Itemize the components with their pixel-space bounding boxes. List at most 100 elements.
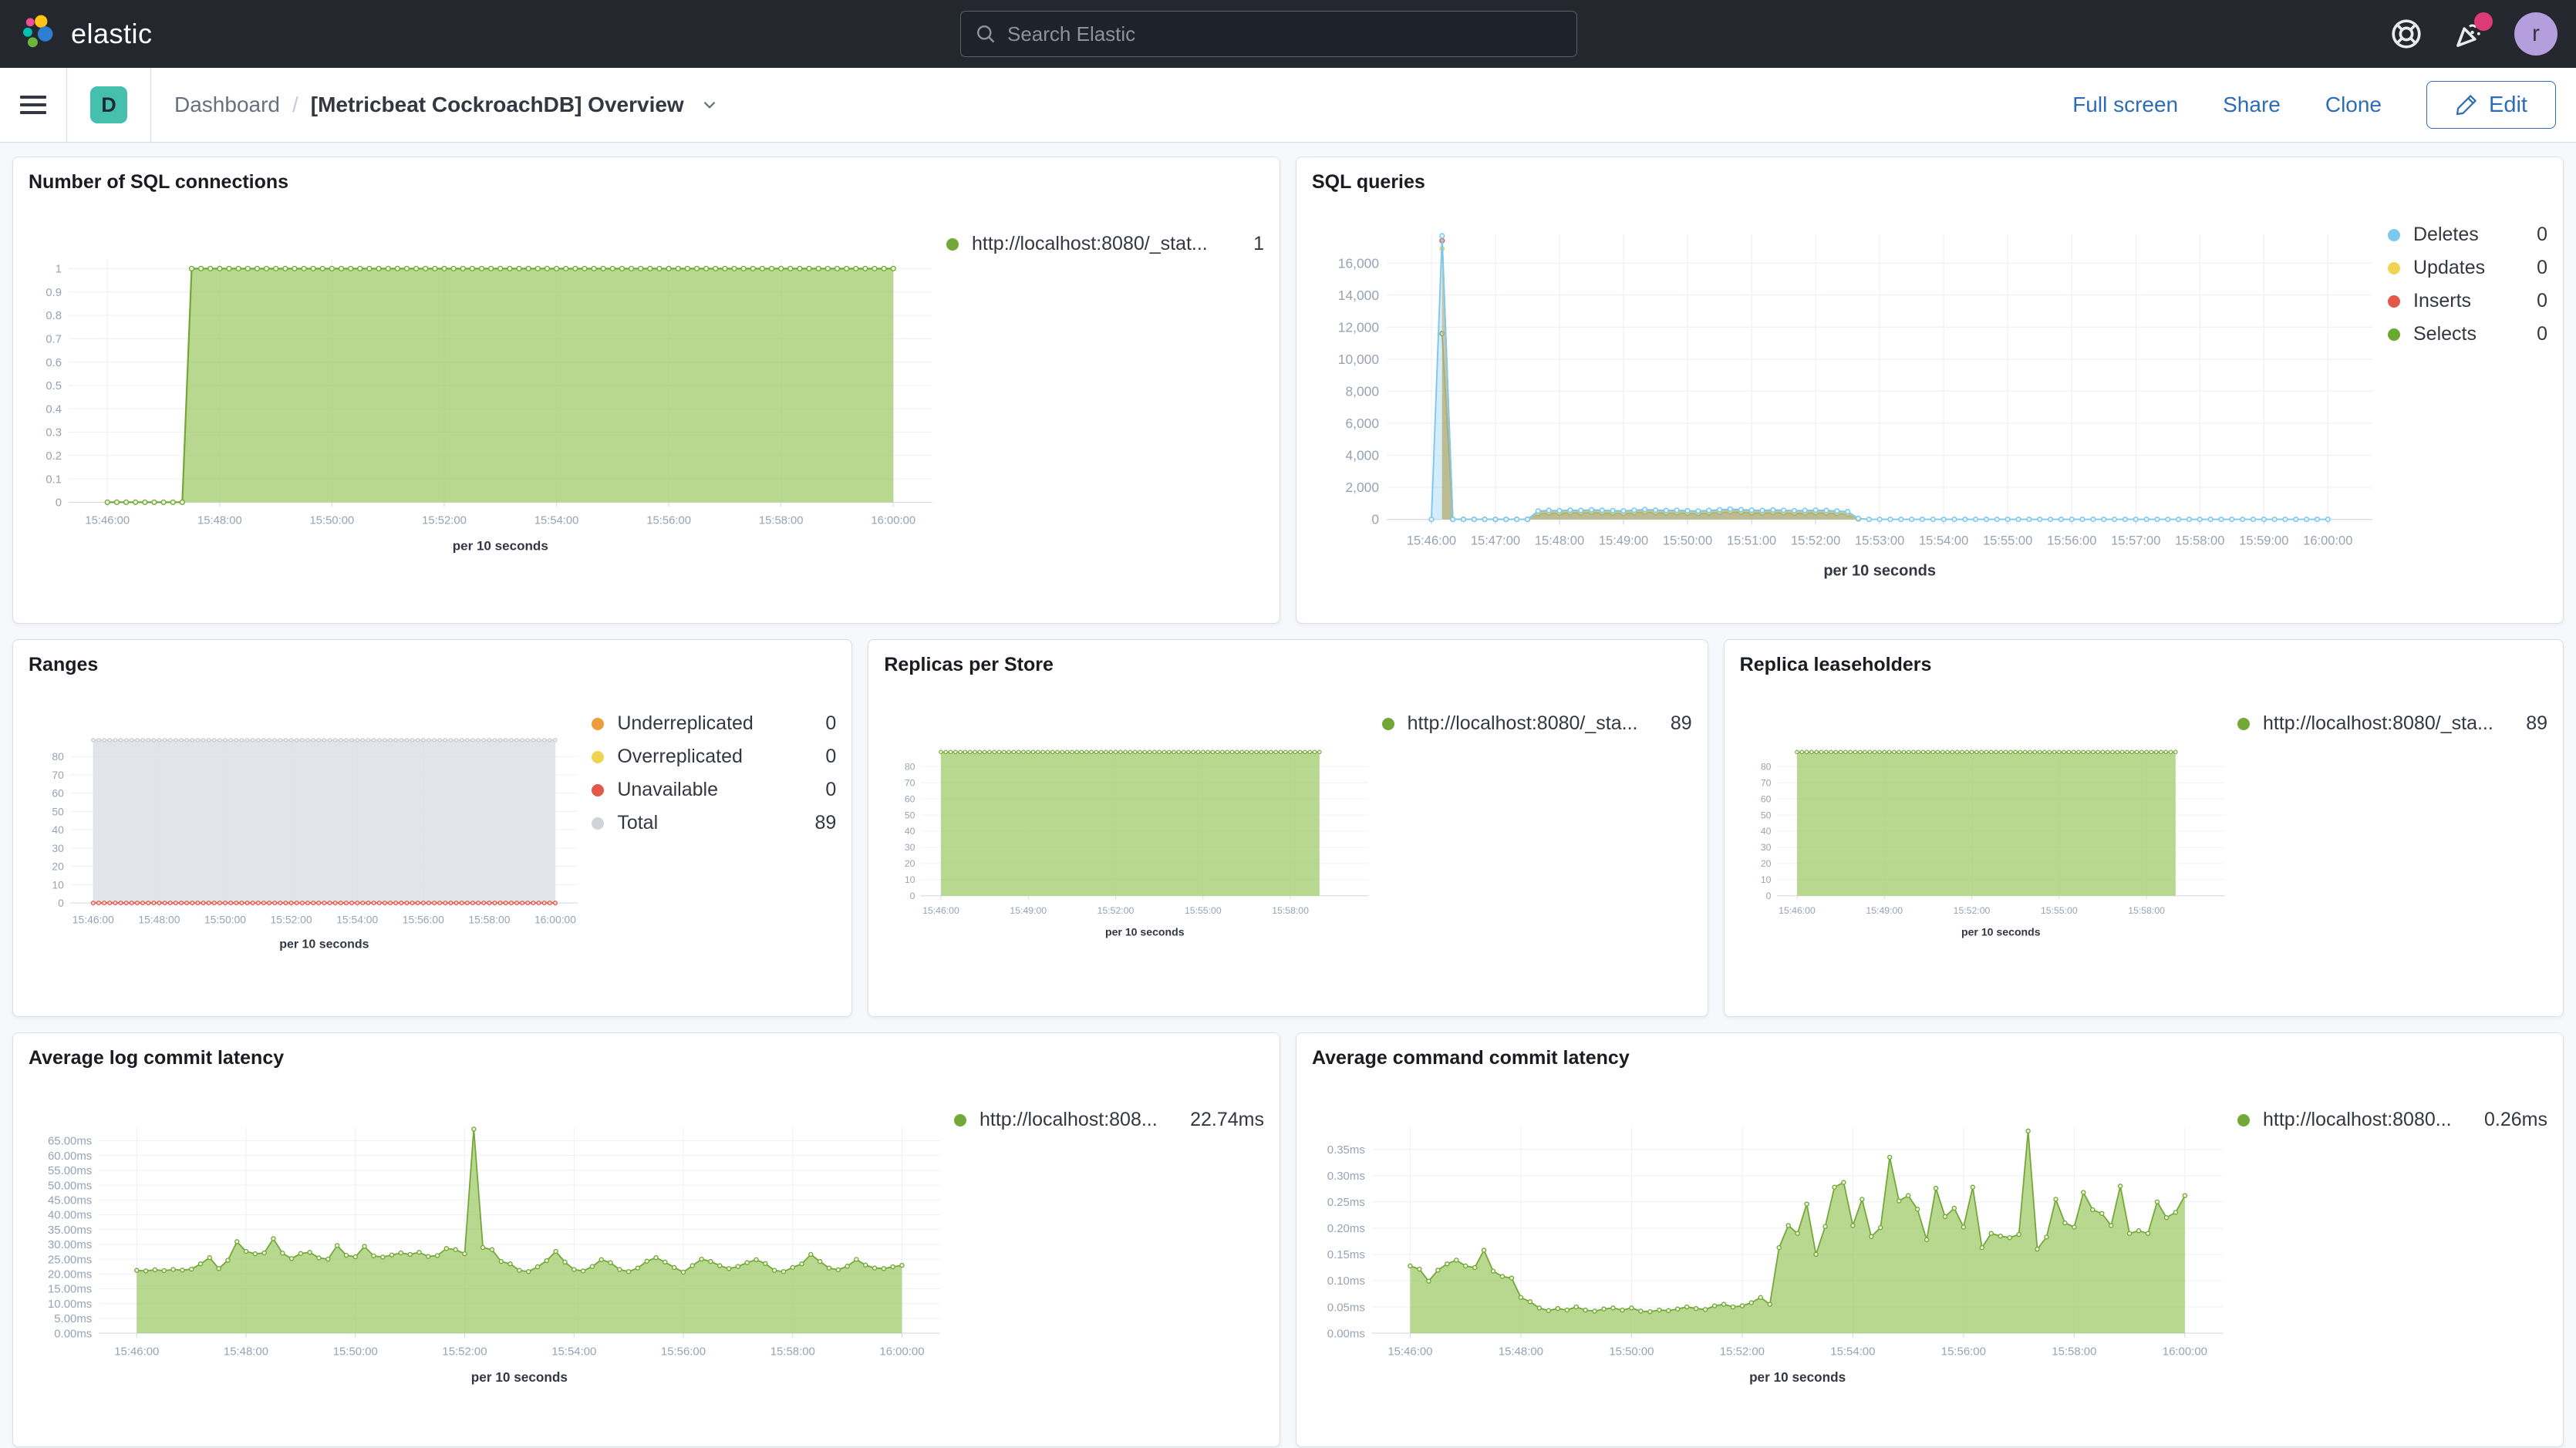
chart-canvas[interactable]: 15:46:0015:48:0015:50:0015:52:0015:54:00…	[29, 679, 585, 1004]
legend-item[interactable]: http://localhost:8080... 0.26ms	[2237, 1103, 2547, 1137]
menu-button[interactable]	[0, 68, 66, 142]
elastic-logo[interactable]: elastic	[19, 14, 153, 54]
legend-label: http://localhost:8080...	[2263, 1109, 2470, 1131]
legend-label: Deletes	[2413, 224, 2523, 246]
panel-title[interactable]: Replica leaseholders	[1740, 654, 2547, 676]
chart-canvas[interactable]: 15:46:0015:49:0015:52:0015:55:0015:58:00…	[884, 679, 1375, 1004]
legend-item[interactable]: Inserts0	[2388, 285, 2547, 318]
legend-item[interactable]: Overreplicated0	[592, 740, 836, 773]
svg-text:15:58:00: 15:58:00	[2128, 905, 2165, 916]
clone-button[interactable]: Clone	[2325, 93, 2382, 117]
legend-item[interactable]: Updates0	[2388, 251, 2547, 285]
chart-canvas[interactable]: 15:46:0015:49:0015:52:0015:55:0015:58:00…	[1740, 679, 2231, 1004]
breadcrumb: Dashboard / [Metricbeat CockroachDB] Ove…	[151, 68, 720, 142]
svg-text:15:46:00: 15:46:00	[72, 914, 114, 926]
chart-canvas[interactable]: 15:46:0015:48:0015:50:0015:52:0015:54:00…	[29, 197, 940, 611]
svg-text:15:56:00: 15:56:00	[646, 515, 691, 527]
breadcrumb-dashboard[interactable]: Dashboard	[174, 93, 280, 117]
global-search[interactable]	[960, 11, 1577, 57]
panel-title[interactable]: Average command commit latency	[1312, 1047, 2547, 1069]
panel-title[interactable]: Replicas per Store	[884, 654, 1691, 676]
legend-item[interactable]: http://localhost:8080/_stat...1	[946, 227, 1264, 261]
svg-text:0.10ms: 0.10ms	[1327, 1275, 1365, 1288]
legend-item[interactable]: Unavailable0	[592, 773, 836, 807]
svg-text:15:48:00: 15:48:00	[1499, 1345, 1543, 1358]
svg-text:0.2: 0.2	[46, 450, 62, 463]
svg-text:40: 40	[52, 823, 64, 836]
svg-text:15:54:00: 15:54:00	[551, 1345, 596, 1358]
svg-text:12,000: 12,000	[1338, 319, 1379, 335]
legend-item[interactable]: http://localhost:8080/_sta...89	[1382, 707, 1692, 740]
svg-text:0.05ms: 0.05ms	[1327, 1301, 1365, 1314]
svg-text:50.00ms: 50.00ms	[48, 1179, 92, 1192]
search-input[interactable]	[1007, 22, 1563, 46]
chart-legend: http://localhost:8080... 0.26ms	[2231, 1073, 2547, 1434]
svg-text:0.3: 0.3	[46, 427, 62, 439]
breadcrumb-separator: /	[292, 93, 298, 117]
legend-item[interactable]: Total89	[592, 807, 836, 840]
legend-label: http://localhost:808...	[979, 1109, 1176, 1131]
svg-text:per 10 seconds: per 10 seconds	[1749, 1369, 1846, 1385]
svg-text:15:48:00: 15:48:00	[138, 914, 180, 926]
svg-text:15:49:00: 15:49:00	[1599, 534, 1648, 548]
svg-text:35.00ms: 35.00ms	[48, 1224, 92, 1237]
legend-item[interactable]: http://localhost:8080/_sta...89	[2237, 707, 2547, 740]
menu-icon	[20, 91, 46, 119]
share-button[interactable]: Share	[2223, 93, 2281, 117]
svg-text:15:52:00: 15:52:00	[422, 515, 467, 527]
edit-button[interactable]: Edit	[2426, 81, 2556, 129]
panel-sql-queries: SQL queries 15:46:0015:47:0015:48:0015:4…	[1296, 157, 2564, 624]
svg-text:70: 70	[52, 769, 64, 781]
legend-item[interactable]: Underreplicated0	[592, 707, 836, 740]
svg-text:15:58:00: 15:58:00	[2175, 534, 2224, 548]
legend-label: Inserts	[2413, 290, 2523, 312]
avatar-letter: r	[2532, 21, 2540, 47]
legend-swatch-icon	[946, 238, 959, 251]
panel-title[interactable]: Average log commit latency	[29, 1047, 1264, 1069]
svg-text:70: 70	[905, 777, 915, 788]
svg-text:16:00:00: 16:00:00	[879, 1345, 924, 1358]
svg-text:50: 50	[905, 810, 915, 820]
dashboard-app-badge: D	[90, 86, 127, 123]
svg-text:65.00ms: 65.00ms	[48, 1135, 92, 1148]
svg-text:0.5: 0.5	[46, 380, 62, 392]
legend-item[interactable]: Deletes 0	[2388, 218, 2547, 251]
svg-text:15:57:00: 15:57:00	[2111, 534, 2160, 548]
svg-text:15:56:00: 15:56:00	[403, 914, 444, 926]
svg-text:15:58:00: 15:58:00	[770, 1345, 815, 1358]
panel-replicas-per-store: Replicas per Store 15:46:0015:49:0015:52…	[868, 639, 1708, 1017]
newsfeed-button[interactable]	[2451, 15, 2488, 52]
svg-text:30: 30	[1761, 842, 1772, 853]
user-avatar[interactable]: r	[2514, 12, 2557, 56]
svg-text:15:56:00: 15:56:00	[661, 1345, 706, 1358]
svg-text:15:54:00: 15:54:00	[1830, 1345, 1875, 1358]
legend-value: 0.26ms	[2484, 1109, 2547, 1131]
legend-swatch-icon	[2388, 262, 2400, 274]
legend-item[interactable]: http://localhost:808... 22.74ms	[954, 1103, 1264, 1137]
chart-canvas[interactable]: 15:46:0015:48:0015:50:0015:52:0015:54:00…	[29, 1073, 948, 1434]
panel-title[interactable]: SQL queries	[1312, 171, 2547, 194]
svg-text:15:46:00: 15:46:00	[1779, 905, 1816, 916]
svg-text:15:58:00: 15:58:00	[2052, 1345, 2096, 1358]
legend-value: 89	[2526, 712, 2547, 735]
search-icon	[975, 23, 996, 45]
chart-canvas[interactable]: 15:46:0015:48:0015:50:0015:52:0015:54:00…	[1312, 1073, 2231, 1434]
chart-canvas[interactable]: 15:46:0015:47:0015:48:0015:49:0015:50:00…	[1312, 197, 2382, 611]
panel-title[interactable]: Number of SQL connections	[29, 171, 1264, 194]
legend-label: Updates	[2413, 257, 2523, 279]
svg-text:15:54:00: 15:54:00	[336, 914, 378, 926]
svg-text:10: 10	[1761, 874, 1772, 885]
help-button[interactable]	[2388, 15, 2425, 52]
legend-value: 0	[2537, 224, 2547, 246]
legend-value: 22.74ms	[1190, 1109, 1264, 1131]
svg-text:20: 20	[905, 858, 915, 869]
panel-title[interactable]: Ranges	[29, 654, 836, 676]
svg-text:5.00ms: 5.00ms	[54, 1312, 92, 1325]
title-menu-button[interactable]	[700, 95, 720, 115]
legend-item[interactable]: Selects0	[2388, 318, 2547, 351]
svg-text:0.7: 0.7	[46, 333, 62, 345]
svg-text:15:56:00: 15:56:00	[2047, 534, 2096, 548]
svg-text:70: 70	[1761, 777, 1772, 788]
svg-text:15:52:00: 15:52:00	[1791, 534, 1840, 548]
full-screen-button[interactable]: Full screen	[2072, 93, 2178, 117]
